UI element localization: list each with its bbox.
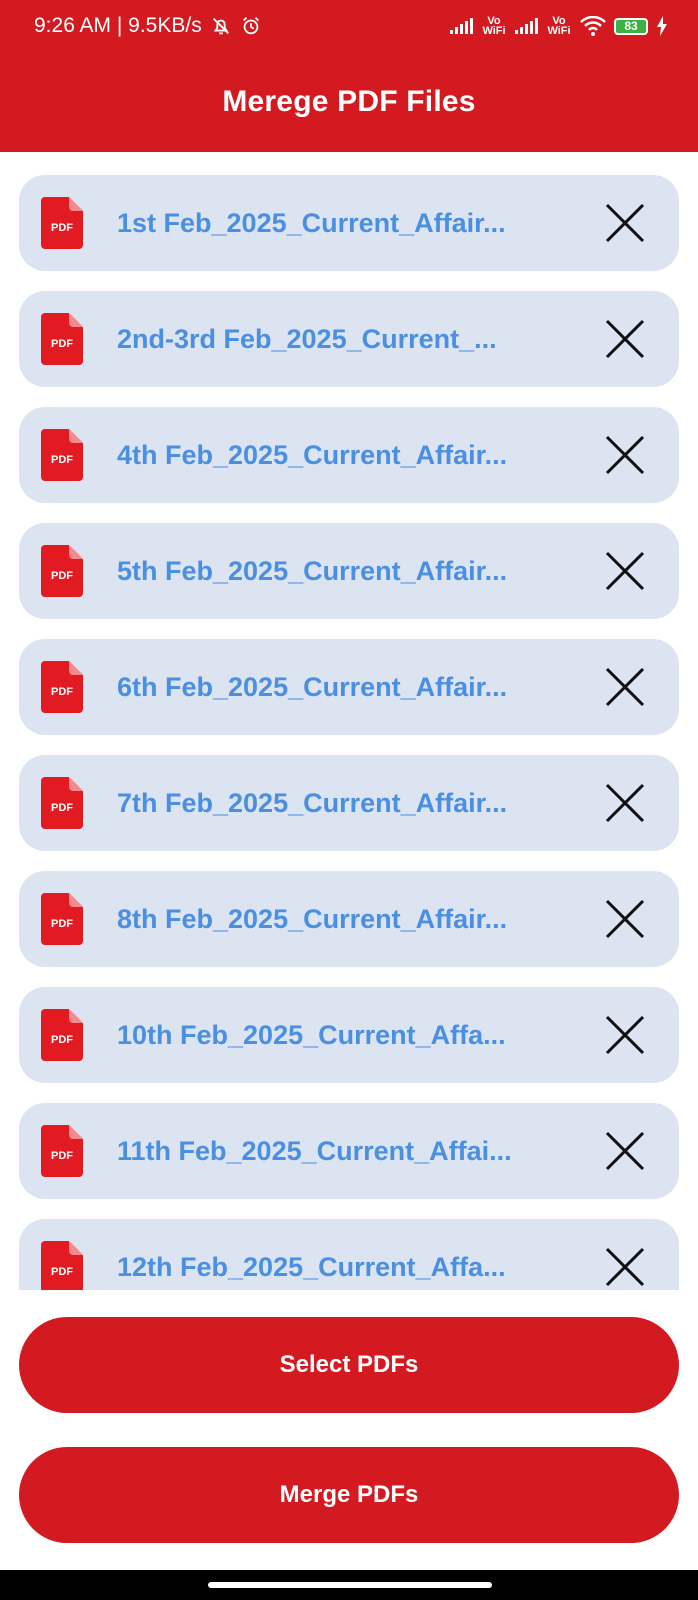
pdf-icon-label: PDF bbox=[51, 918, 73, 930]
list-item: PDF 1st Feb_2025_Current_Affair... bbox=[19, 175, 679, 271]
close-icon[interactable] bbox=[601, 1127, 649, 1175]
signal-icon bbox=[450, 18, 473, 34]
status-time: 9:26 AM | 9.5KB/s bbox=[34, 14, 202, 37]
signal-icon bbox=[515, 18, 538, 34]
pdf-file-icon: PDF bbox=[41, 1125, 83, 1177]
list-item: PDF 2nd-3rd Feb_2025_Current_... bbox=[19, 291, 679, 387]
pdf-file-icon: PDF bbox=[41, 545, 83, 597]
pdf-file-list[interactable]: PDF 1st Feb_2025_Current_Affair... PDF 2… bbox=[0, 152, 698, 1290]
close-icon[interactable] bbox=[601, 779, 649, 827]
close-icon[interactable] bbox=[601, 547, 649, 595]
status-left: 9:26 AM | 9.5KB/s bbox=[34, 14, 262, 38]
list-item: PDF 11th Feb_2025_Current_Affai... bbox=[19, 1103, 679, 1199]
close-icon[interactable] bbox=[601, 199, 649, 247]
pdf-file-icon: PDF bbox=[41, 1241, 83, 1290]
file-name: 11th Feb_2025_Current_Affai... bbox=[117, 1135, 512, 1166]
list-item: PDF 7th Feb_2025_Current_Affair... bbox=[19, 755, 679, 851]
pdf-file-icon: PDF bbox=[41, 1009, 83, 1061]
close-icon[interactable] bbox=[601, 663, 649, 711]
alarm-clock-icon bbox=[242, 17, 259, 35]
pdf-icon-label: PDF bbox=[51, 1034, 73, 1046]
status-right: Vo WiFi Vo WiFi 83 bbox=[450, 15, 668, 37]
pdf-file-icon: PDF bbox=[41, 197, 83, 249]
pdf-icon-label: PDF bbox=[51, 338, 73, 350]
pdf-icon-label: PDF bbox=[51, 1150, 73, 1162]
pdf-file-icon: PDF bbox=[41, 429, 83, 481]
battery-icon: 83 bbox=[614, 17, 648, 35]
status-bar: 9:26 AM | 9.5KB/s Vo WiFi Vo WiFi 83 bbox=[0, 0, 698, 52]
pdf-icon-label: PDF bbox=[51, 802, 73, 814]
file-name: 7th Feb_2025_Current_Affair... bbox=[117, 787, 508, 818]
wifi-icon bbox=[580, 16, 606, 36]
list-item: PDF 4th Feb_2025_Current_Affair... bbox=[19, 407, 679, 503]
file-name: 4th Feb_2025_Current_Affair... bbox=[117, 439, 508, 470]
file-name: 12th Feb_2025_Current_Affa... bbox=[117, 1251, 506, 1282]
pdf-file-icon: PDF bbox=[41, 777, 83, 829]
app-bar: Merege PDF Files bbox=[0, 52, 698, 152]
list-item: PDF 5th Feb_2025_Current_Affair... bbox=[19, 523, 679, 619]
alarm-off-icon bbox=[212, 18, 229, 35]
list-item: PDF 6th Feb_2025_Current_Affair... bbox=[19, 639, 679, 735]
file-name: 5th Feb_2025_Current_Affair... bbox=[117, 555, 508, 586]
pdf-file-icon: PDF bbox=[41, 893, 83, 945]
pdf-icon-label: PDF bbox=[51, 454, 73, 466]
home-gesture-handle[interactable] bbox=[208, 1582, 492, 1588]
navigation-bar bbox=[0, 1570, 698, 1600]
close-icon[interactable] bbox=[601, 431, 649, 479]
vowifi-label: Vo WiFi bbox=[482, 15, 506, 37]
close-icon[interactable] bbox=[601, 1243, 649, 1290]
file-name: 8th Feb_2025_Current_Affair... bbox=[117, 903, 508, 934]
charging-icon bbox=[657, 16, 667, 36]
list-item: PDF 12th Feb_2025_Current_Affa... bbox=[19, 1219, 679, 1290]
pdf-file-icon: PDF bbox=[41, 313, 83, 365]
file-name: 1st Feb_2025_Current_Affair... bbox=[117, 207, 506, 238]
page-title: Merege PDF Files bbox=[222, 85, 476, 118]
merge-pdfs-button[interactable]: Merge PDFs bbox=[19, 1447, 679, 1543]
pdf-file-icon: PDF bbox=[41, 661, 83, 713]
pdf-icon-label: PDF bbox=[51, 570, 73, 582]
pdf-icon-label: PDF bbox=[51, 1266, 73, 1278]
pdf-icon-label: PDF bbox=[51, 222, 73, 234]
list-item: PDF 8th Feb_2025_Current_Affair... bbox=[19, 871, 679, 967]
file-name: 10th Feb_2025_Current_Affa... bbox=[117, 1019, 506, 1050]
close-icon[interactable] bbox=[601, 895, 649, 943]
list-item: PDF 10th Feb_2025_Current_Affa... bbox=[19, 987, 679, 1083]
vowifi-label: Vo WiFi bbox=[547, 15, 571, 37]
close-icon[interactable] bbox=[601, 315, 649, 363]
select-pdfs-button[interactable]: Select PDFs bbox=[19, 1317, 679, 1413]
pdf-icon-label: PDF bbox=[51, 686, 73, 698]
file-name: 6th Feb_2025_Current_Affair... bbox=[117, 671, 508, 702]
file-name: 2nd-3rd Feb_2025_Current_... bbox=[117, 323, 497, 354]
close-icon[interactable] bbox=[601, 1011, 649, 1059]
